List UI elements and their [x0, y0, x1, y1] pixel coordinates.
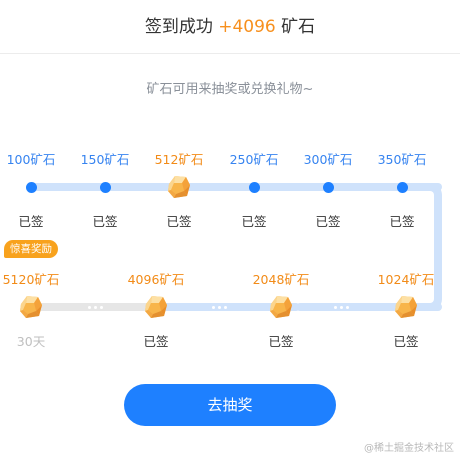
- reward-label: 512矿石: [154, 152, 204, 167]
- subtitle: 矿石可用来抽奖或兑换礼物~: [146, 82, 314, 97]
- progress-track-turn: [418, 183, 442, 311]
- sign-status: 已签: [143, 334, 169, 349]
- reward-label: 2048矿石: [252, 272, 310, 287]
- sign-status: 已签: [166, 214, 192, 229]
- reward-label: 150矿石: [80, 152, 130, 167]
- track-dots: [194, 303, 244, 311]
- reward-label: 100矿石: [6, 152, 56, 167]
- sign-status: 已签: [268, 334, 294, 349]
- sign-status: 已签: [18, 214, 44, 229]
- watermark: @稀土掘金技术社区: [364, 443, 454, 454]
- reward-label: 350矿石: [377, 152, 427, 167]
- reward-label: 1024矿石: [377, 272, 435, 287]
- ore-gem-icon: [20, 296, 42, 318]
- sign-status: 已签: [241, 214, 267, 229]
- sign-status: 已签: [92, 214, 118, 229]
- go-lottery-button[interactable]: 去抽奖: [124, 384, 336, 426]
- progress-dot: [322, 181, 334, 193]
- surprise-reward-badge: 惊喜奖励: [4, 240, 58, 258]
- sign-status: 已签: [315, 214, 341, 229]
- track-dots: [316, 303, 366, 311]
- reward-label: 5120矿石: [2, 272, 60, 287]
- reward-label: 250矿石: [229, 152, 279, 167]
- sign-in-success-header: 签到成功 +4096 矿石: [0, 0, 460, 54]
- reward-label: 300矿石: [303, 152, 353, 167]
- progress-dot: [99, 181, 111, 193]
- sign-status: 已签: [389, 214, 415, 229]
- reward-label: 4096矿石: [127, 272, 185, 287]
- ore-gem-icon: [270, 296, 292, 318]
- ore-gem-icon: [145, 296, 167, 318]
- sign-status: 30天: [16, 334, 46, 349]
- sign-status: 已签: [393, 334, 419, 349]
- header-prefix: 签到成功: [144, 17, 213, 37]
- progress-dot: [396, 181, 408, 193]
- progress-track-row1: [30, 183, 442, 191]
- ore-gem-icon: [168, 176, 190, 198]
- header-suffix: 矿石: [281, 17, 316, 37]
- ore-gem-icon: [395, 296, 417, 318]
- progress-dot: [25, 181, 37, 193]
- header-amount: +4096: [218, 17, 276, 37]
- progress-dot: [248, 181, 260, 193]
- track-dots: [70, 303, 120, 311]
